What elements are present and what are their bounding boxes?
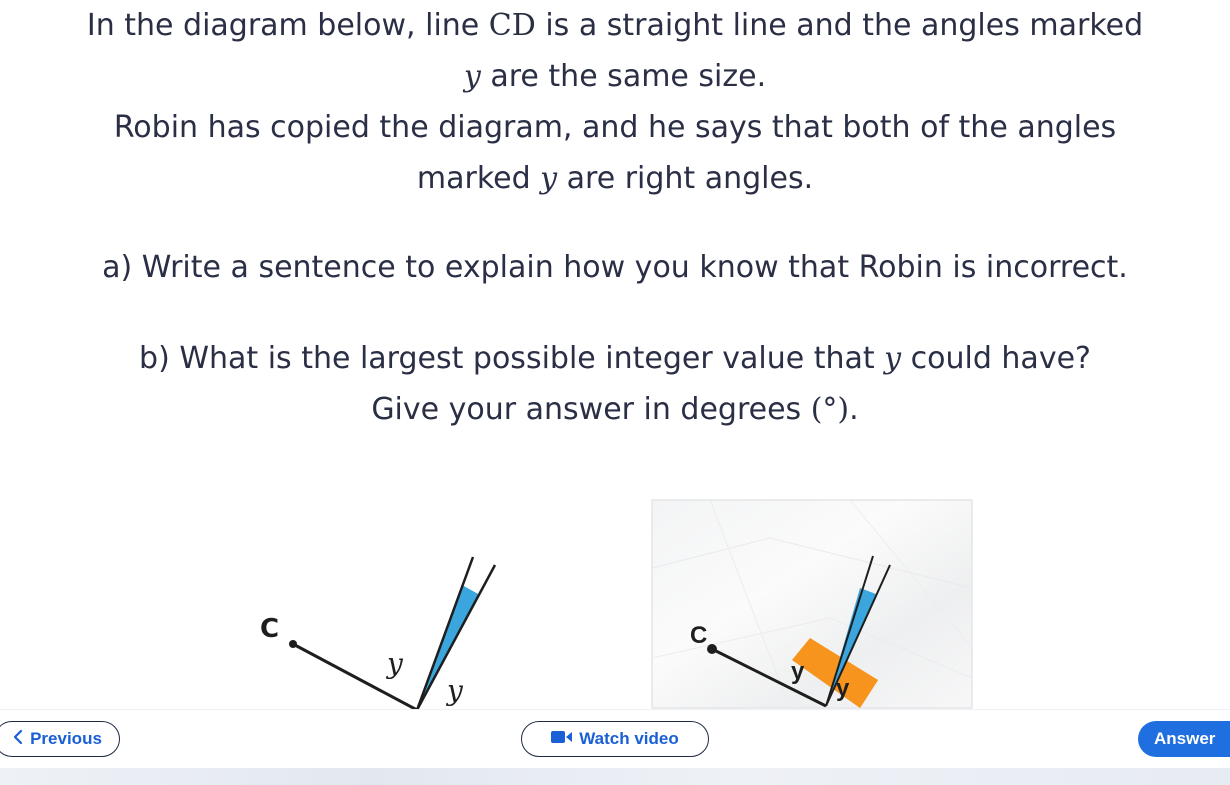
question-line-3: Robin has copied the diagram, and he say… [113, 110, 1117, 145]
robins-copy-diagram: C y y [650, 498, 974, 710]
ray-1 [415, 556, 475, 711]
question-page: In the diagram below, line CD is a strai… [0, 0, 1230, 785]
math-variable-y: y [540, 161, 558, 196]
question-part-a: a) Write a sentence to explain how you k… [102, 250, 1128, 285]
answer-button[interactable]: Answer [1138, 721, 1230, 757]
question-text-fragment: . [849, 392, 859, 427]
watch-video-button[interactable]: Watch video [521, 721, 709, 757]
question-text-fragment: b) What is the largest possible integer … [139, 341, 885, 376]
math-variable-y: y [884, 341, 902, 376]
question-text: In the diagram below, line CD is a strai… [0, 0, 1230, 435]
angle-label-y-2: y [836, 675, 850, 702]
paper-sheet [651, 499, 973, 709]
previous-button[interactable]: Previous [0, 721, 120, 757]
angle-label-y-1: y [791, 658, 805, 685]
robins-copy-svg: C y y [651, 499, 973, 709]
angle-label-y-1: y [385, 647, 404, 680]
question-text-fragment: are the same size. [480, 59, 767, 94]
question-text-fragment: are right angles. [557, 161, 814, 196]
video-camera-icon [551, 729, 573, 749]
question-text-fragment: could have? [901, 341, 1091, 376]
question-text-fragment: In the diagram below, line [86, 8, 489, 43]
point-c-label: C [690, 622, 707, 649]
math-degree-symbol: (°) [810, 392, 850, 427]
question-text-fragment: is a straight line and the angles marked [535, 8, 1144, 43]
previous-button-label: Previous [30, 729, 102, 748]
chevron-left-icon [12, 729, 24, 750]
question-text-fragment: marked [416, 161, 541, 196]
point-c-label: C [260, 614, 279, 644]
question-line-4: marked y are right angles. [0, 153, 1230, 204]
question-line-1: In the diagram below, line CD is a strai… [0, 0, 1230, 51]
original-diagram-svg: C y y [260, 556, 497, 712]
question-text-fragment: Give your answer in degrees [371, 392, 811, 427]
bottom-strip [0, 768, 1230, 785]
question-part-b-units: Give your answer in degrees (°). [0, 384, 1230, 435]
angle-label-y-2: y [445, 674, 464, 707]
watch-video-button-label: Watch video [579, 729, 679, 748]
answer-button-label: Answer [1154, 729, 1216, 748]
original-diagram: C y y [230, 540, 530, 712]
question-line-2: y are the same size. [0, 51, 1230, 102]
question-part-b: b) What is the largest possible integer … [0, 333, 1230, 384]
math-variable-y: y [463, 59, 481, 94]
math-line-cd: CD [488, 8, 536, 43]
